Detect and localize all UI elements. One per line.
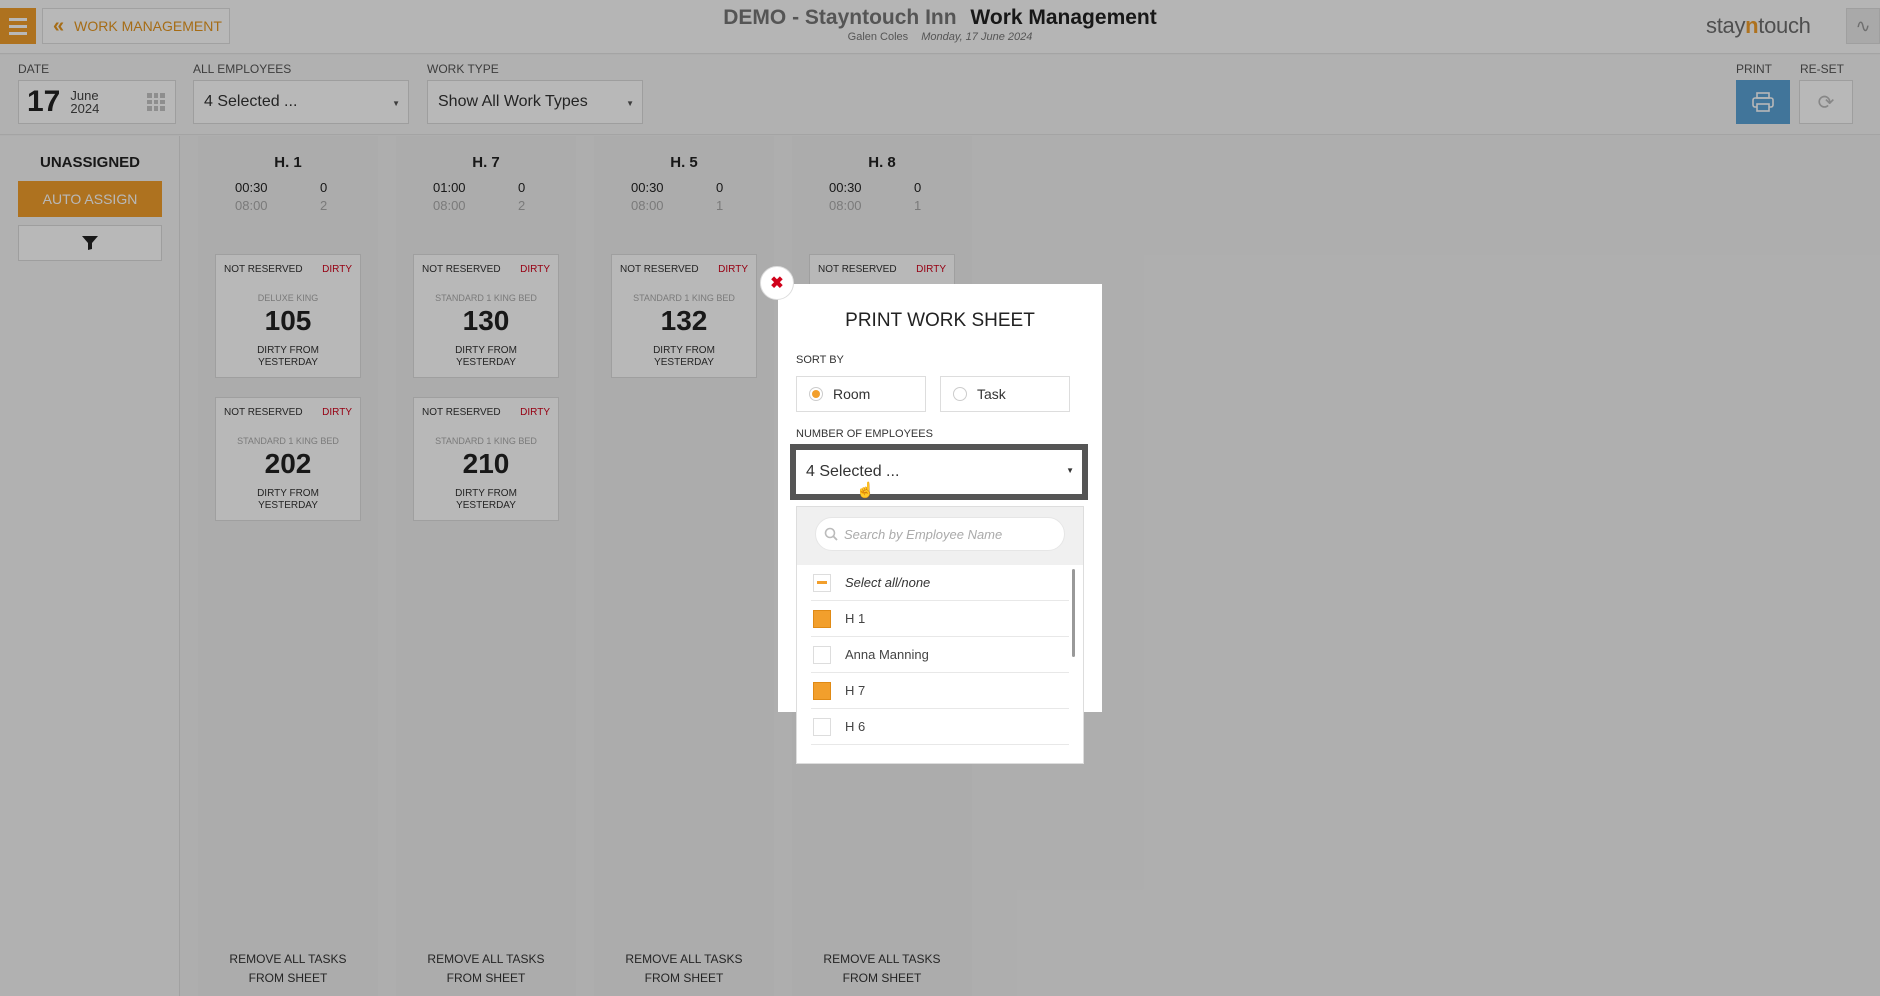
partial-checkbox-icon[interactable] <box>813 573 831 592</box>
employee-select-value: 4 Selected ... <box>806 463 900 480</box>
radio-unselected-icon <box>953 387 967 401</box>
checkbox-icon[interactable] <box>813 645 831 664</box>
employee-option[interactable]: Anna Manning <box>811 637 1069 673</box>
search-icon <box>824 527 838 541</box>
search-wrap: Search by Employee Name <box>797 507 1083 565</box>
employee-option-label: H 6 <box>845 719 866 734</box>
checkbox-icon[interactable] <box>813 609 831 628</box>
employee-option[interactable]: H 7 <box>811 673 1069 709</box>
employee-option[interactable]: H 1 <box>811 601 1069 637</box>
employee-option-label: Anna Manning <box>845 647 929 662</box>
modal-title: PRINT WORK SHEET <box>845 310 1035 331</box>
close-icon[interactable]: ✖ <box>760 266 794 300</box>
employee-option[interactable]: H 6 <box>811 709 1069 745</box>
radio-selected-icon <box>809 387 823 401</box>
caret-down-icon: ▼ <box>1066 466 1074 475</box>
employee-option-label: H 1 <box>845 611 866 626</box>
select-all-option[interactable]: Select all/none <box>811 565 1069 601</box>
select-all-label: Select all/none <box>845 575 931 590</box>
scrollbar[interactable] <box>1072 569 1075 657</box>
number-of-employees-label: NUMBER OF EMPLOYEES <box>796 428 933 440</box>
checkbox-icon[interactable] <box>813 717 831 736</box>
sort-by-label: SORT BY <box>796 354 844 366</box>
checkbox-icon[interactable] <box>813 681 831 700</box>
pointer-cursor-icon: ☝ <box>856 482 875 499</box>
sort-task-label: Task <box>977 386 1006 402</box>
search-placeholder: Search by Employee Name <box>844 526 1003 542</box>
sort-task-radio[interactable]: Task <box>940 376 1070 412</box>
employee-option-label: H 7 <box>845 683 866 698</box>
employee-select[interactable]: 4 Selected ... ▼ <box>790 444 1088 500</box>
sort-room-label: Room <box>833 386 871 402</box>
employee-list: Select all/none H 1 Anna Manning H 7 H 6 <box>811 565 1069 745</box>
employee-search-input[interactable]: Search by Employee Name <box>815 517 1065 551</box>
employee-dropdown: Search by Employee Name Select all/none … <box>796 506 1084 764</box>
sort-room-radio[interactable]: Room <box>796 376 926 412</box>
